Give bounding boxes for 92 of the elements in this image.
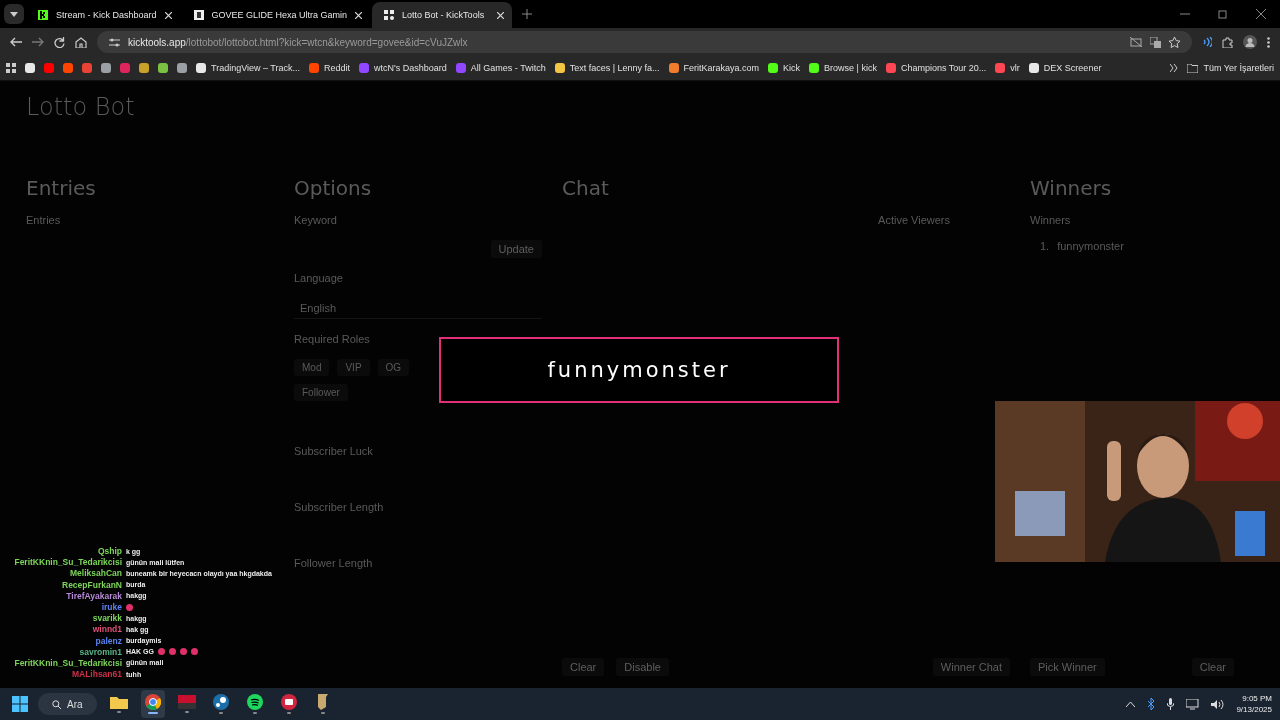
chat-username: FeritKKnin_Su_Tedarikcisi <box>14 657 122 668</box>
search-field[interactable]: Ara <box>38 693 97 715</box>
more-icon[interactable] <box>1267 36 1270 48</box>
bookmark-icon[interactable] <box>158 63 168 73</box>
emote-icon <box>126 603 133 611</box>
volume-icon[interactable] <box>1211 698 1225 710</box>
bluetooth-icon[interactable] <box>1147 698 1156 710</box>
close-icon[interactable] <box>1256 9 1266 19</box>
bookmark[interactable]: Browse | kick <box>809 63 877 73</box>
browser-icon[interactable] <box>144 694 161 710</box>
chevron-up-icon[interactable] <box>1126 701 1136 707</box>
chat-username: winnd1 <box>92 624 122 635</box>
chat-username: iruke <box>101 602 122 613</box>
star-icon[interactable] <box>1169 36 1180 48</box>
bookmark[interactable]: Text faces | Lenny fa... <box>554 63 660 73</box>
bookmark-icon[interactable] <box>63 63 73 73</box>
bookmark[interactable]: Kick <box>768 63 801 73</box>
chat-username: svarikk <box>92 613 122 624</box>
bookmark[interactable]: wtcN's Dashboard <box>359 63 447 73</box>
chevron-icon[interactable] <box>1170 62 1179 74</box>
bookmark[interactable]: All Games - Twitch <box>455 63 546 73</box>
chat-username: FeritKKnin_Su_Tedarikcisi <box>14 557 122 568</box>
bookmark[interactable]: DEX Screener <box>1028 63 1102 73</box>
caret-icon <box>10 11 18 17</box>
search-icon <box>52 699 61 709</box>
bookmark[interactable]: FeritKarakaya.com <box>668 63 760 73</box>
site-settings-icon[interactable] <box>109 37 120 47</box>
back-icon[interactable] <box>10 37 22 47</box>
tab-list-button[interactable] <box>4 4 24 24</box>
browser-tab[interactable]: Lotto Bot - KickTools <box>372 2 513 28</box>
bookmark-icon[interactable] <box>139 63 149 73</box>
bookmark-icon[interactable] <box>25 63 35 73</box>
bookmark[interactable]: TradingView – Track... <box>196 63 301 73</box>
section-heading: Chat <box>562 176 610 200</box>
winner-rank: 1. <box>1040 240 1050 252</box>
new-tab-icon[interactable] <box>522 9 533 19</box>
browser-tab[interactable]: Stream - Kick Dashboard <box>26 2 180 28</box>
avatar-icon[interactable] <box>1243 35 1257 49</box>
puzzle-icon[interactable] <box>1222 36 1233 48</box>
signal-icon[interactable] <box>1202 37 1212 47</box>
chat-username: savromin1 <box>79 646 122 657</box>
restore-icon[interactable] <box>1218 9 1228 19</box>
bookmark[interactable]: Champions Tour 20... <box>885 63 987 73</box>
square-logo-icon <box>193 10 204 20</box>
grid-icon <box>384 10 395 20</box>
section-heading: Winners <box>1030 176 1113 200</box>
bookmark-icon[interactable] <box>101 63 111 73</box>
steam-icon[interactable] <box>212 694 229 710</box>
section-heading: Options <box>294 176 373 200</box>
chat-username: palenz <box>95 635 122 646</box>
bookmark[interactable]: vlr <box>995 63 1020 73</box>
spotify-icon[interactable] <box>246 694 263 710</box>
folder-icon <box>1187 63 1199 73</box>
address-bar[interactable]: kicktools.app/lottobot/lottobot.html?kick=wtcn&keyword=govee&id=cVuJZwlx <box>97 31 1192 53</box>
clock-time: 9:05 PM <box>1242 694 1272 703</box>
all-bookmarks[interactable]: Tüm Yer İşaretleri <box>1187 63 1274 73</box>
start-icon[interactable] <box>12 696 28 712</box>
entries-label: Entries <box>26 214 62 226</box>
microphone-icon[interactable] <box>1167 698 1175 710</box>
chat-username: Qship <box>97 546 122 557</box>
bookmark[interactable]: Reddit <box>309 63 351 73</box>
apps-grid-icon[interactable] <box>6 63 16 73</box>
chat-username: MALihsan61 <box>71 669 122 680</box>
winner-popup-name: funnymonster <box>547 358 731 382</box>
chat-username: TirefAyakarak <box>66 590 122 601</box>
display-icon[interactable] <box>1186 698 1200 710</box>
field-label: Follower Length <box>294 557 374 569</box>
reload-icon[interactable] <box>54 36 65 48</box>
camera-blocked-icon[interactable] <box>1130 37 1142 47</box>
field-label: Subscriber Luck <box>294 445 374 457</box>
field-label: Subscriber Length <box>294 501 385 513</box>
url-text: kicktools.app/lottobot/lottobot.html?kick=wtcn&keyword=govee&id=cVuJZwlx <box>128 36 469 48</box>
kick-logo-icon <box>38 10 48 20</box>
browser-tab[interactable]: GOVEE GLIDE Hexa Ultra Gamin <box>181 2 371 28</box>
language-label: Language <box>294 272 344 284</box>
chat-username: RecepFurkanN <box>62 579 122 590</box>
bookmark-icon[interactable] <box>177 63 187 73</box>
folder-icon[interactable] <box>109 695 128 709</box>
translate-icon[interactable] <box>1150 36 1161 48</box>
chat-username: MeliksahCan <box>70 568 122 579</box>
home-icon[interactable] <box>75 36 87 48</box>
section-heading: Entries <box>26 176 97 200</box>
forward-icon[interactable] <box>32 37 44 47</box>
page-title: Lotto Bot <box>26 93 136 121</box>
active-viewers-label: Active Viewers <box>878 214 950 226</box>
keyword-label: Keyword <box>294 214 338 226</box>
winners-label: Winners <box>1030 214 1072 226</box>
roles-label: Required Roles <box>294 333 371 345</box>
clock-date: 9/13/2025 <box>1236 705 1272 714</box>
app-icon[interactable] <box>280 694 297 710</box>
shield-icon[interactable] <box>315 694 330 710</box>
winner-name: funnymonster <box>1057 240 1124 252</box>
